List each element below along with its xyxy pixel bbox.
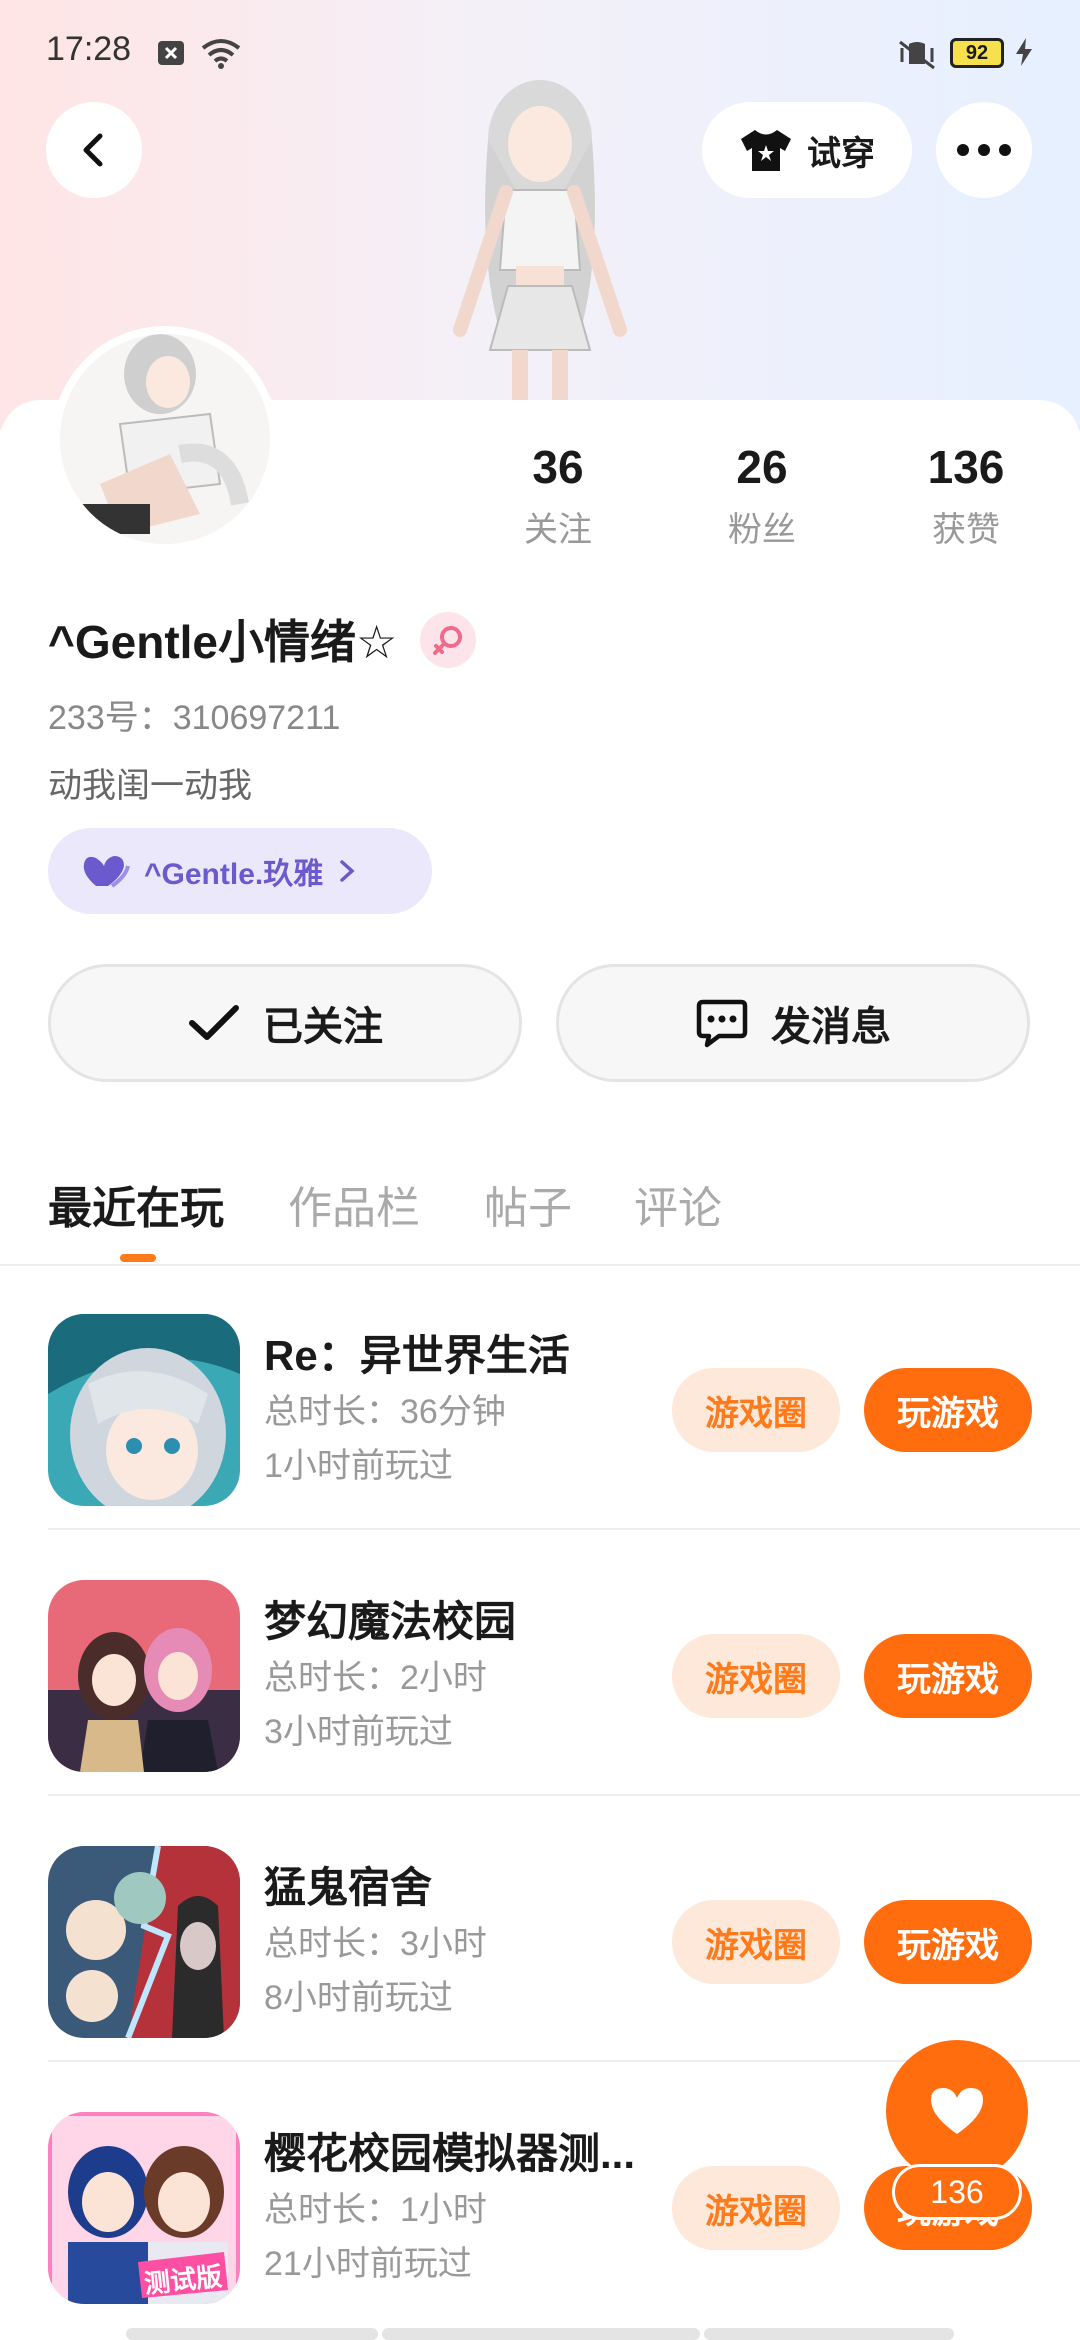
cp-relationship-badge[interactable]: ^Gentle.玖雅 <box>48 828 432 914</box>
like-button[interactable] <box>886 2040 1028 2182</box>
profile-bio: 动我闺一动我 <box>48 767 252 805</box>
content-tabs: 最近在玩 作品栏 帖子 评论 <box>0 1160 1080 1266</box>
game-icon <box>48 1314 240 1506</box>
follow-button[interactable]: 已关注 <box>48 964 522 1082</box>
notification-icon <box>156 38 186 73</box>
message-button[interactable]: 发消息 <box>556 964 1030 1082</box>
scroll-indicator <box>126 2328 378 2340</box>
game-circle-button[interactable]: 游戏圈 <box>672 1368 840 1452</box>
game-name: Re：异世界生活 <box>264 1332 570 1379</box>
game-icon <box>48 1580 240 1772</box>
tab-posts[interactable]: 帖子 <box>484 1172 572 1236</box>
chevron-right-icon <box>340 860 355 882</box>
game-icon: 测试版 <box>48 2112 240 2304</box>
back-button[interactable] <box>46 102 142 198</box>
chevron-left-icon <box>83 133 103 167</box>
game-circle-button[interactable]: 游戏圈 <box>672 1900 840 1984</box>
game-duration: 总时长：36分钟 <box>264 1393 506 1431</box>
tshirt-icon <box>741 130 791 171</box>
stat-likes[interactable]: 136 获赞 <box>886 440 1046 551</box>
list-item[interactable]: 梦幻魔法校园 总时长：2小时 3小时前玩过 游戏圈 玩游戏 <box>0 1530 1080 1796</box>
cp-name: ^Gentle.玖雅 <box>144 858 324 891</box>
list-item[interactable]: 猛鬼宿舍 总时长：3小时 8小时前玩过 游戏圈 玩游戏 <box>0 1796 1080 2062</box>
game-name: 猛鬼宿舍 <box>264 1864 433 1911</box>
vibrate-off-icon <box>894 38 940 77</box>
tab-works[interactable]: 作品栏 <box>288 1172 420 1236</box>
profile-name: ^Gentle小情绪☆ <box>48 616 398 668</box>
play-game-button[interactable]: 玩游戏 <box>864 1368 1032 1452</box>
stat-label: 获赞 <box>932 511 1000 549</box>
list-item[interactable]: Re：异世界生活 总时长：36分钟 1小时前玩过 游戏圈 玩游戏 <box>0 1264 1080 1530</box>
like-count: 136 <box>892 2164 1022 2220</box>
game-circle-button[interactable]: 游戏圈 <box>672 2166 840 2250</box>
game-circle-button[interactable]: 游戏圈 <box>672 1634 840 1718</box>
play-game-button[interactable]: 玩游戏 <box>864 1900 1032 1984</box>
stat-number: 26 <box>736 441 788 493</box>
game-last-played: 21小时前玩过 <box>264 2245 472 2283</box>
avatar[interactable] <box>52 326 278 552</box>
stat-label: 关注 <box>524 511 592 549</box>
stat-number: 36 <box>532 441 584 493</box>
game-last-played: 8小时前玩过 <box>264 1979 453 2017</box>
try-on-label: 试穿 <box>807 134 875 173</box>
scroll-indicator <box>704 2328 954 2340</box>
game-duration: 总时长：2小时 <box>264 1659 487 1697</box>
play-game-button[interactable]: 玩游戏 <box>864 1634 1032 1718</box>
game-icon <box>48 1846 240 2038</box>
stat-label: 粉丝 <box>728 511 796 549</box>
game-name: 梦幻魔法校园 <box>264 1598 517 1645</box>
game-duration: 总时长：3小时 <box>264 1925 487 1963</box>
avatar-image <box>60 334 270 544</box>
game-duration: 总时长：1小时 <box>264 2191 487 2229</box>
game-last-played: 1小时前玩过 <box>264 1447 453 1485</box>
active-tab-indicator <box>120 1254 156 1262</box>
scroll-indicator <box>382 2328 700 2340</box>
try-on-button[interactable]: 试穿 <box>702 102 912 198</box>
game-last-played: 3小时前玩过 <box>264 1713 453 1751</box>
status-time: 17:28 <box>46 30 132 68</box>
chat-bubble-icon <box>696 999 748 1048</box>
battery-indicator: 92 <box>950 38 1004 68</box>
message-label: 发消息 <box>771 1005 891 1049</box>
follow-label: 已关注 <box>263 1005 383 1049</box>
game-name: 樱花校园模拟器测... <box>264 2130 636 2177</box>
wifi-icon <box>200 38 242 75</box>
stat-number: 136 <box>927 441 1005 493</box>
avatar-character-image <box>453 80 627 410</box>
heart-icon <box>931 2088 983 2134</box>
check-icon <box>189 1005 239 1040</box>
user-id: 233号：310697211 <box>48 699 341 737</box>
female-icon <box>420 612 476 668</box>
tab-comments[interactable]: 评论 <box>634 1172 722 1236</box>
charging-icon <box>1014 36 1034 73</box>
double-heart-icon <box>83 856 130 888</box>
stat-followers[interactable]: 26 粉丝 <box>682 440 842 551</box>
tab-recently-played[interactable]: 最近在玩 <box>48 1172 224 1236</box>
more-button[interactable] <box>936 102 1032 198</box>
more-dots-icon <box>957 144 1011 156</box>
stat-following[interactable]: 36 关注 <box>478 440 638 551</box>
